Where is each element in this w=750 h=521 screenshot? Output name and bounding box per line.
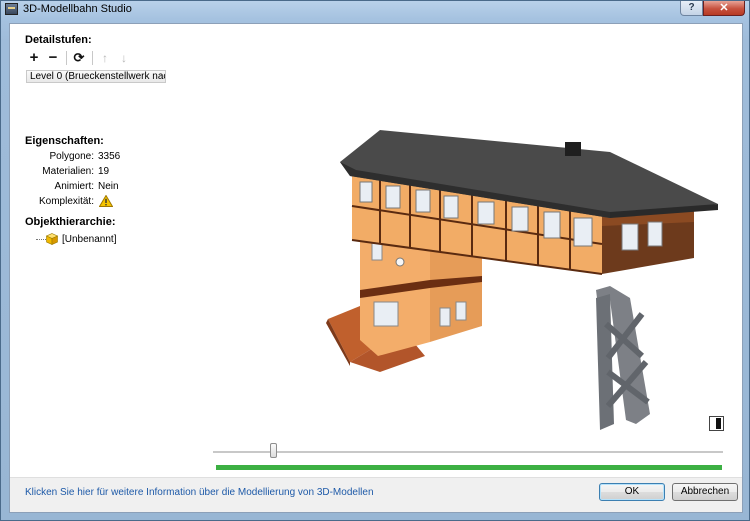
move-down-icon[interactable]: ↓ <box>116 50 132 66</box>
toolbar-separator <box>66 51 67 65</box>
tree-item-label: [Unbenannt] <box>62 233 117 245</box>
detail-levels-toolbar: + − ⟳ ↑ ↓ <box>26 50 135 66</box>
tower-window <box>373 301 399 327</box>
polygons-value: 3356 <box>98 151 121 162</box>
view-toggle-button[interactable] <box>709 416 724 431</box>
animated-label: Animiert: <box>54 181 94 192</box>
detail-levels-heading: Detailstufen: <box>25 34 92 46</box>
polygons-label: Polygone: <box>49 151 94 162</box>
window-frame: 3D-Modellbahn Studio ? ✕ Detailstufen: +… <box>0 0 750 521</box>
chimney <box>565 142 581 156</box>
materials-label: Materialien: <box>42 166 94 177</box>
complexity-label: Komplexität: <box>38 196 94 207</box>
warning-icon <box>99 195 113 207</box>
progress-bar <box>216 465 722 470</box>
tree-item[interactable]: [Unbenannt] <box>36 232 117 246</box>
slider-track[interactable] <box>213 451 723 454</box>
tower-window <box>455 301 467 321</box>
pylon-leg <box>596 294 614 430</box>
cube-icon <box>46 233 58 245</box>
hierarchy-heading: Objekthierarchie: <box>25 216 116 228</box>
clock <box>395 257 405 267</box>
progress-fill <box>216 465 722 470</box>
remove-level-button[interactable]: − <box>45 50 61 66</box>
dialog-footer: Klicken Sie hier für weitere Information… <box>10 477 742 512</box>
cancel-button[interactable]: Abbrechen <box>672 483 738 501</box>
detail-level-dropdown[interactable]: Level 0 (Brueckenstellwerk nach... <box>26 70 166 83</box>
caption-buttons: ? ✕ <box>680 1 745 17</box>
tower-window <box>439 307 451 327</box>
help-button[interactable]: ? <box>680 1 703 16</box>
app-icon <box>5 3 18 15</box>
window-title: 3D-Modellbahn Studio <box>23 3 132 15</box>
animated-value: Nein <box>98 181 119 192</box>
dialog-client-area: Detailstufen: + − ⟳ ↑ ↓ Level 0 (Bruecke… <box>9 23 743 513</box>
refresh-icon[interactable]: ⟳ <box>71 50 87 66</box>
toolbar-separator <box>92 51 93 65</box>
slider-thumb[interactable] <box>270 443 278 458</box>
model-preview[interactable] <box>310 94 720 434</box>
info-link[interactable]: Klicken Sie hier für weitere Information… <box>25 487 374 498</box>
move-up-icon[interactable]: ↑ <box>97 50 113 66</box>
ok-button[interactable]: OK <box>599 483 665 501</box>
close-button[interactable]: ✕ <box>703 1 745 16</box>
properties-heading: Eigenschaften: <box>25 135 104 147</box>
tree-connector <box>36 238 46 240</box>
title-bar[interactable]: 3D-Modellbahn Studio ? ✕ <box>1 1 749 18</box>
materials-value: 19 <box>98 166 110 177</box>
add-level-button[interactable]: + <box>26 50 42 66</box>
